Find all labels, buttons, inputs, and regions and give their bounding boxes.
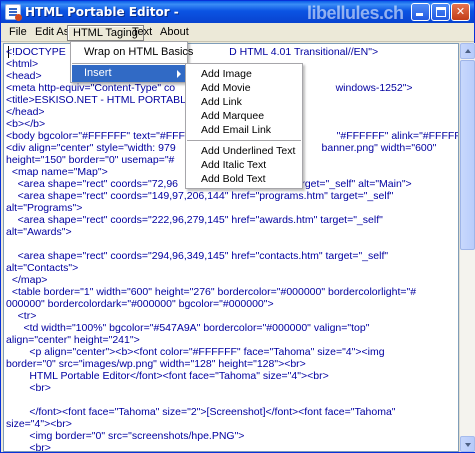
minimize-icon bbox=[416, 13, 423, 16]
menu-about[interactable]: About bbox=[155, 25, 194, 41]
arrow-up-icon bbox=[465, 49, 471, 53]
vertical-scrollbar[interactable] bbox=[459, 43, 475, 452]
menu-item-add-email-link[interactable]: Add Email Link bbox=[187, 123, 301, 137]
app-window: HTML Portable Editor - libellules.ch ✕ F… bbox=[0, 0, 475, 453]
code-line: size="4"><br> bbox=[6, 418, 72, 430]
menu-item-insert[interactable]: Insert bbox=[72, 65, 186, 82]
code-line: <area shape="rect" coords="222,96,279,14… bbox=[6, 214, 383, 226]
menu-bar: File Edit As HTML Taging Text About bbox=[1, 23, 474, 42]
code-line: HTML Portable Editor</font><font face="T… bbox=[6, 370, 329, 382]
menu-separator bbox=[187, 140, 301, 141]
code-line: <tr> bbox=[6, 310, 37, 322]
code-line: alt="Programs"> bbox=[6, 202, 83, 214]
code-line: <img border="0" src="screenshots/hpe.PNG… bbox=[6, 430, 245, 442]
code-line: 000000" bordercolordark="#000000" bgcolo… bbox=[6, 298, 274, 310]
code-line: <br> bbox=[6, 442, 51, 452]
minimize-button[interactable] bbox=[411, 3, 430, 21]
scroll-thumb[interactable] bbox=[460, 60, 475, 250]
menu-file[interactable]: File bbox=[4, 25, 32, 41]
menu-separator bbox=[72, 63, 186, 64]
app-icon bbox=[5, 4, 22, 21]
watermark-logo: libellules.ch bbox=[307, 3, 404, 23]
code-line: alt="Contacts"> bbox=[6, 262, 79, 274]
close-icon: ✕ bbox=[455, 5, 466, 18]
menu-item-add-image[interactable]: Add Image bbox=[187, 67, 301, 81]
menu-item-label: Insert bbox=[84, 67, 112, 79]
code-line: <br> bbox=[6, 382, 51, 394]
code-line: border="0" src="images/wp.png" width="12… bbox=[6, 358, 306, 370]
menu-item-add-marquee[interactable]: Add Marquee bbox=[187, 109, 301, 123]
menu-item-add-italic-text[interactable]: Add Italic Text bbox=[187, 158, 301, 172]
submenu-arrow-icon bbox=[177, 70, 181, 78]
menu-item-add-link[interactable]: Add Link bbox=[187, 95, 301, 109]
menu-item-add-bold-text[interactable]: Add Bold Text bbox=[187, 172, 301, 186]
menu-text[interactable]: Text bbox=[127, 25, 157, 41]
html-taging-menu: Wrap on HTML Basics Insert bbox=[70, 41, 193, 83]
title-bar[interactable]: HTML Portable Editor - libellules.ch ✕ bbox=[1, 1, 474, 23]
code-line: <p align="center"><b><font color="#FFFFF… bbox=[6, 346, 385, 358]
scroll-up-button[interactable] bbox=[460, 43, 475, 59]
code-line: </map> bbox=[6, 274, 48, 286]
code-line: <area shape="rect" coords="294,96,349,14… bbox=[6, 250, 389, 262]
menu-item-label: Wrap on HTML Basics bbox=[84, 46, 194, 58]
code-line: <td width="100%" bgcolor="#547A9A" borde… bbox=[6, 322, 370, 334]
code-line: <table border="1" width="600" height="27… bbox=[6, 286, 417, 298]
close-button[interactable]: ✕ bbox=[451, 3, 470, 21]
menu-item-add-underlined-text[interactable]: Add Underlined Text bbox=[187, 144, 301, 158]
code-line: align="center" height="241"> bbox=[6, 334, 140, 346]
code-line: alt="Awards"> bbox=[6, 226, 72, 238]
arrow-down-icon bbox=[465, 443, 471, 447]
insert-submenu: Add Image Add Movie Add Link Add Marquee… bbox=[185, 63, 303, 189]
maximize-icon bbox=[436, 7, 446, 17]
scroll-down-button[interactable] bbox=[460, 436, 475, 452]
menu-item-add-movie[interactable]: Add Movie bbox=[187, 81, 301, 95]
maximize-button[interactable] bbox=[431, 3, 450, 21]
window-title: HTML Portable Editor - bbox=[25, 5, 179, 19]
code-line: </font><font face="Tahoma" size="2">[Scr… bbox=[6, 406, 396, 418]
menu-item-wrap-html-basics[interactable]: Wrap on HTML Basics bbox=[72, 44, 193, 61]
code-line: <area shape="rect" coords="149,97,206,14… bbox=[6, 190, 394, 202]
